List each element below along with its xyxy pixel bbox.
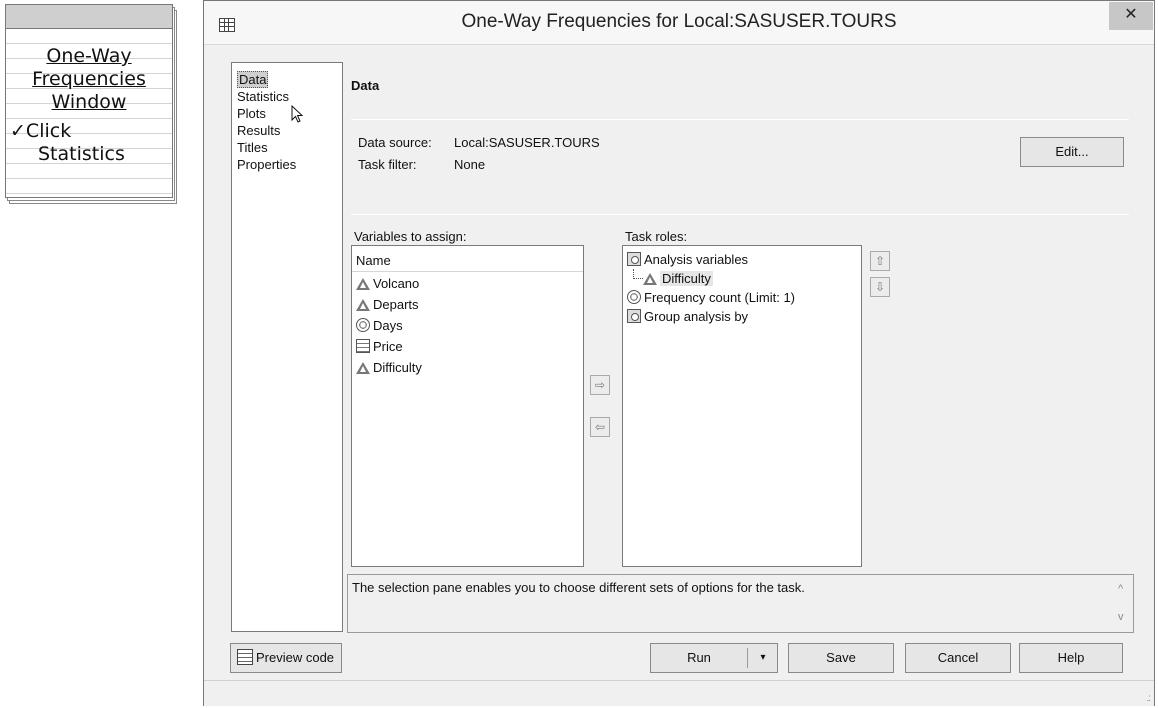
character-variable-icon [643, 273, 657, 285]
one-way-frequencies-dialog: One-Way Frequencies for Local:SASUSER.TO… [203, 0, 1155, 706]
run-button[interactable]: Run ▾ [650, 643, 778, 673]
note-header [6, 5, 172, 29]
nav-item-label: Data [237, 71, 269, 88]
help-button[interactable]: Help [1019, 643, 1123, 673]
code-document-icon [237, 649, 253, 665]
nav-item-label: Results [237, 123, 281, 138]
title-bar: One-Way Frequencies for Local:SASUSER.TO… [204, 1, 1154, 45]
close-button[interactable]: ✕ [1109, 2, 1153, 30]
move-up-button[interactable]: ⇧ [870, 251, 890, 271]
character-variable-icon [356, 362, 370, 374]
variable-name: Volcano [373, 276, 420, 291]
scroll-up-icon[interactable]: ^ [1118, 583, 1123, 595]
variable-name: Price [373, 339, 403, 354]
divider [351, 214, 1129, 215]
task-filter-label: Task filter: [358, 157, 417, 172]
nav-item-statistics[interactable]: Statistics [232, 88, 342, 105]
variable-price[interactable]: Price [352, 336, 583, 357]
scroll-down-icon[interactable]: v [1118, 611, 1124, 623]
role-label: Group analysis by [644, 309, 749, 324]
variable-name: Departs [373, 297, 419, 312]
preview-code-label: Preview code [256, 650, 335, 665]
dropdown-arrow-icon[interactable]: ▾ [751, 644, 775, 672]
variables-label: Variables to assign: [354, 229, 467, 244]
note-step: ✓Click Statistics [6, 120, 172, 166]
resize-grip-icon[interactable]: .: [1146, 693, 1150, 704]
character-variable-icon [356, 278, 370, 290]
nav-item-data[interactable]: Data [232, 71, 342, 88]
section-title: Data [351, 78, 380, 93]
nav-item-label: Statistics [237, 89, 290, 104]
task-roles-list[interactable]: Analysis variables Difficulty Frequency … [622, 245, 862, 567]
nav-item-label: Titles [237, 140, 268, 155]
role-icon [627, 290, 641, 304]
note-step-text: Statistics [38, 143, 125, 165]
add-arrow-button[interactable]: ⇨ [590, 375, 610, 395]
variables-list[interactable]: Name Volcano Departs Days Price Difficul… [351, 245, 584, 567]
data-source-value: Local:SASUSER.TOURS [454, 135, 600, 150]
assigned-variable-difficulty[interactable]: Difficulty [623, 269, 861, 288]
status-bar: .: [204, 680, 1154, 706]
role-label: Frequency count (Limit: 1) [644, 290, 796, 305]
options-nav: Data Statistics Plots Results Titles Pro… [231, 62, 343, 632]
nav-item-properties[interactable]: Properties [232, 156, 342, 173]
note-title-line: Frequencies [32, 68, 146, 90]
run-label: Run [687, 650, 711, 665]
column-header-name[interactable]: Name [352, 246, 583, 272]
numeric-variable-icon [356, 318, 370, 332]
note-title-line: Window [51, 91, 127, 113]
role-label: Analysis variables [644, 252, 749, 267]
variable-volcano[interactable]: Volcano [352, 273, 583, 294]
role-icon [627, 309, 641, 323]
nav-item-label: Plots [237, 106, 266, 121]
description-box: The selection pane enables you to choose… [347, 574, 1134, 633]
cancel-button[interactable]: Cancel [905, 643, 1011, 673]
remove-arrow-button[interactable]: ⇦ [590, 417, 610, 437]
tree-connector [633, 269, 643, 279]
task-filter-value: None [454, 157, 486, 172]
nav-item-results[interactable]: Results [232, 122, 342, 139]
variable-days[interactable]: Days [352, 315, 583, 336]
note-title-line: One-Way [46, 45, 132, 67]
currency-variable-icon [356, 339, 370, 353]
split-divider [747, 648, 748, 668]
variable-difficulty[interactable]: Difficulty [352, 357, 583, 378]
mouse-pointer-icon [291, 105, 304, 123]
variable-departs[interactable]: Departs [352, 294, 583, 315]
data-source-label: Data source: [358, 135, 432, 150]
variable-name: Difficulty [373, 360, 422, 375]
edit-button[interactable]: Edit... [1020, 137, 1124, 167]
move-down-button[interactable]: ⇩ [870, 277, 890, 297]
task-roles-label: Task roles: [625, 229, 688, 244]
role-group-analysis[interactable]: Group analysis by [623, 307, 861, 326]
instruction-note: One-Way Frequencies Window ✓Click Statis… [5, 4, 177, 204]
character-variable-icon [356, 299, 370, 311]
note-text: One-Way Frequencies Window ✓Click Statis… [6, 45, 172, 166]
preview-code-button[interactable]: Preview code [230, 643, 342, 673]
divider [351, 119, 1129, 120]
role-frequency-count[interactable]: Frequency count (Limit: 1) [623, 288, 861, 307]
role-analysis-variables[interactable]: Analysis variables [623, 250, 861, 269]
dialog-title: One-Way Frequencies for Local:SASUSER.TO… [461, 11, 897, 32]
variable-name: Days [373, 318, 403, 333]
save-button[interactable]: Save [788, 643, 894, 673]
note-step-text: Click [25, 120, 72, 142]
description-text: The selection pane enables you to choose… [352, 580, 805, 595]
description-scrollbar[interactable]: ^ v [1115, 575, 1133, 632]
nav-item-titles[interactable]: Titles [232, 139, 342, 156]
note-card: One-Way Frequencies Window ✓Click Statis… [5, 4, 173, 198]
assigned-variable-name: Difficulty [660, 271, 713, 286]
nav-item-label: Properties [237, 157, 297, 172]
task-filter-row: Task filter: None [358, 157, 758, 173]
role-icon [627, 252, 641, 266]
data-source-row: Data source: Local:SASUSER.TOURS [358, 135, 758, 151]
check-mark: ✓ [10, 120, 26, 142]
nav-item-plots[interactable]: Plots [232, 105, 342, 122]
